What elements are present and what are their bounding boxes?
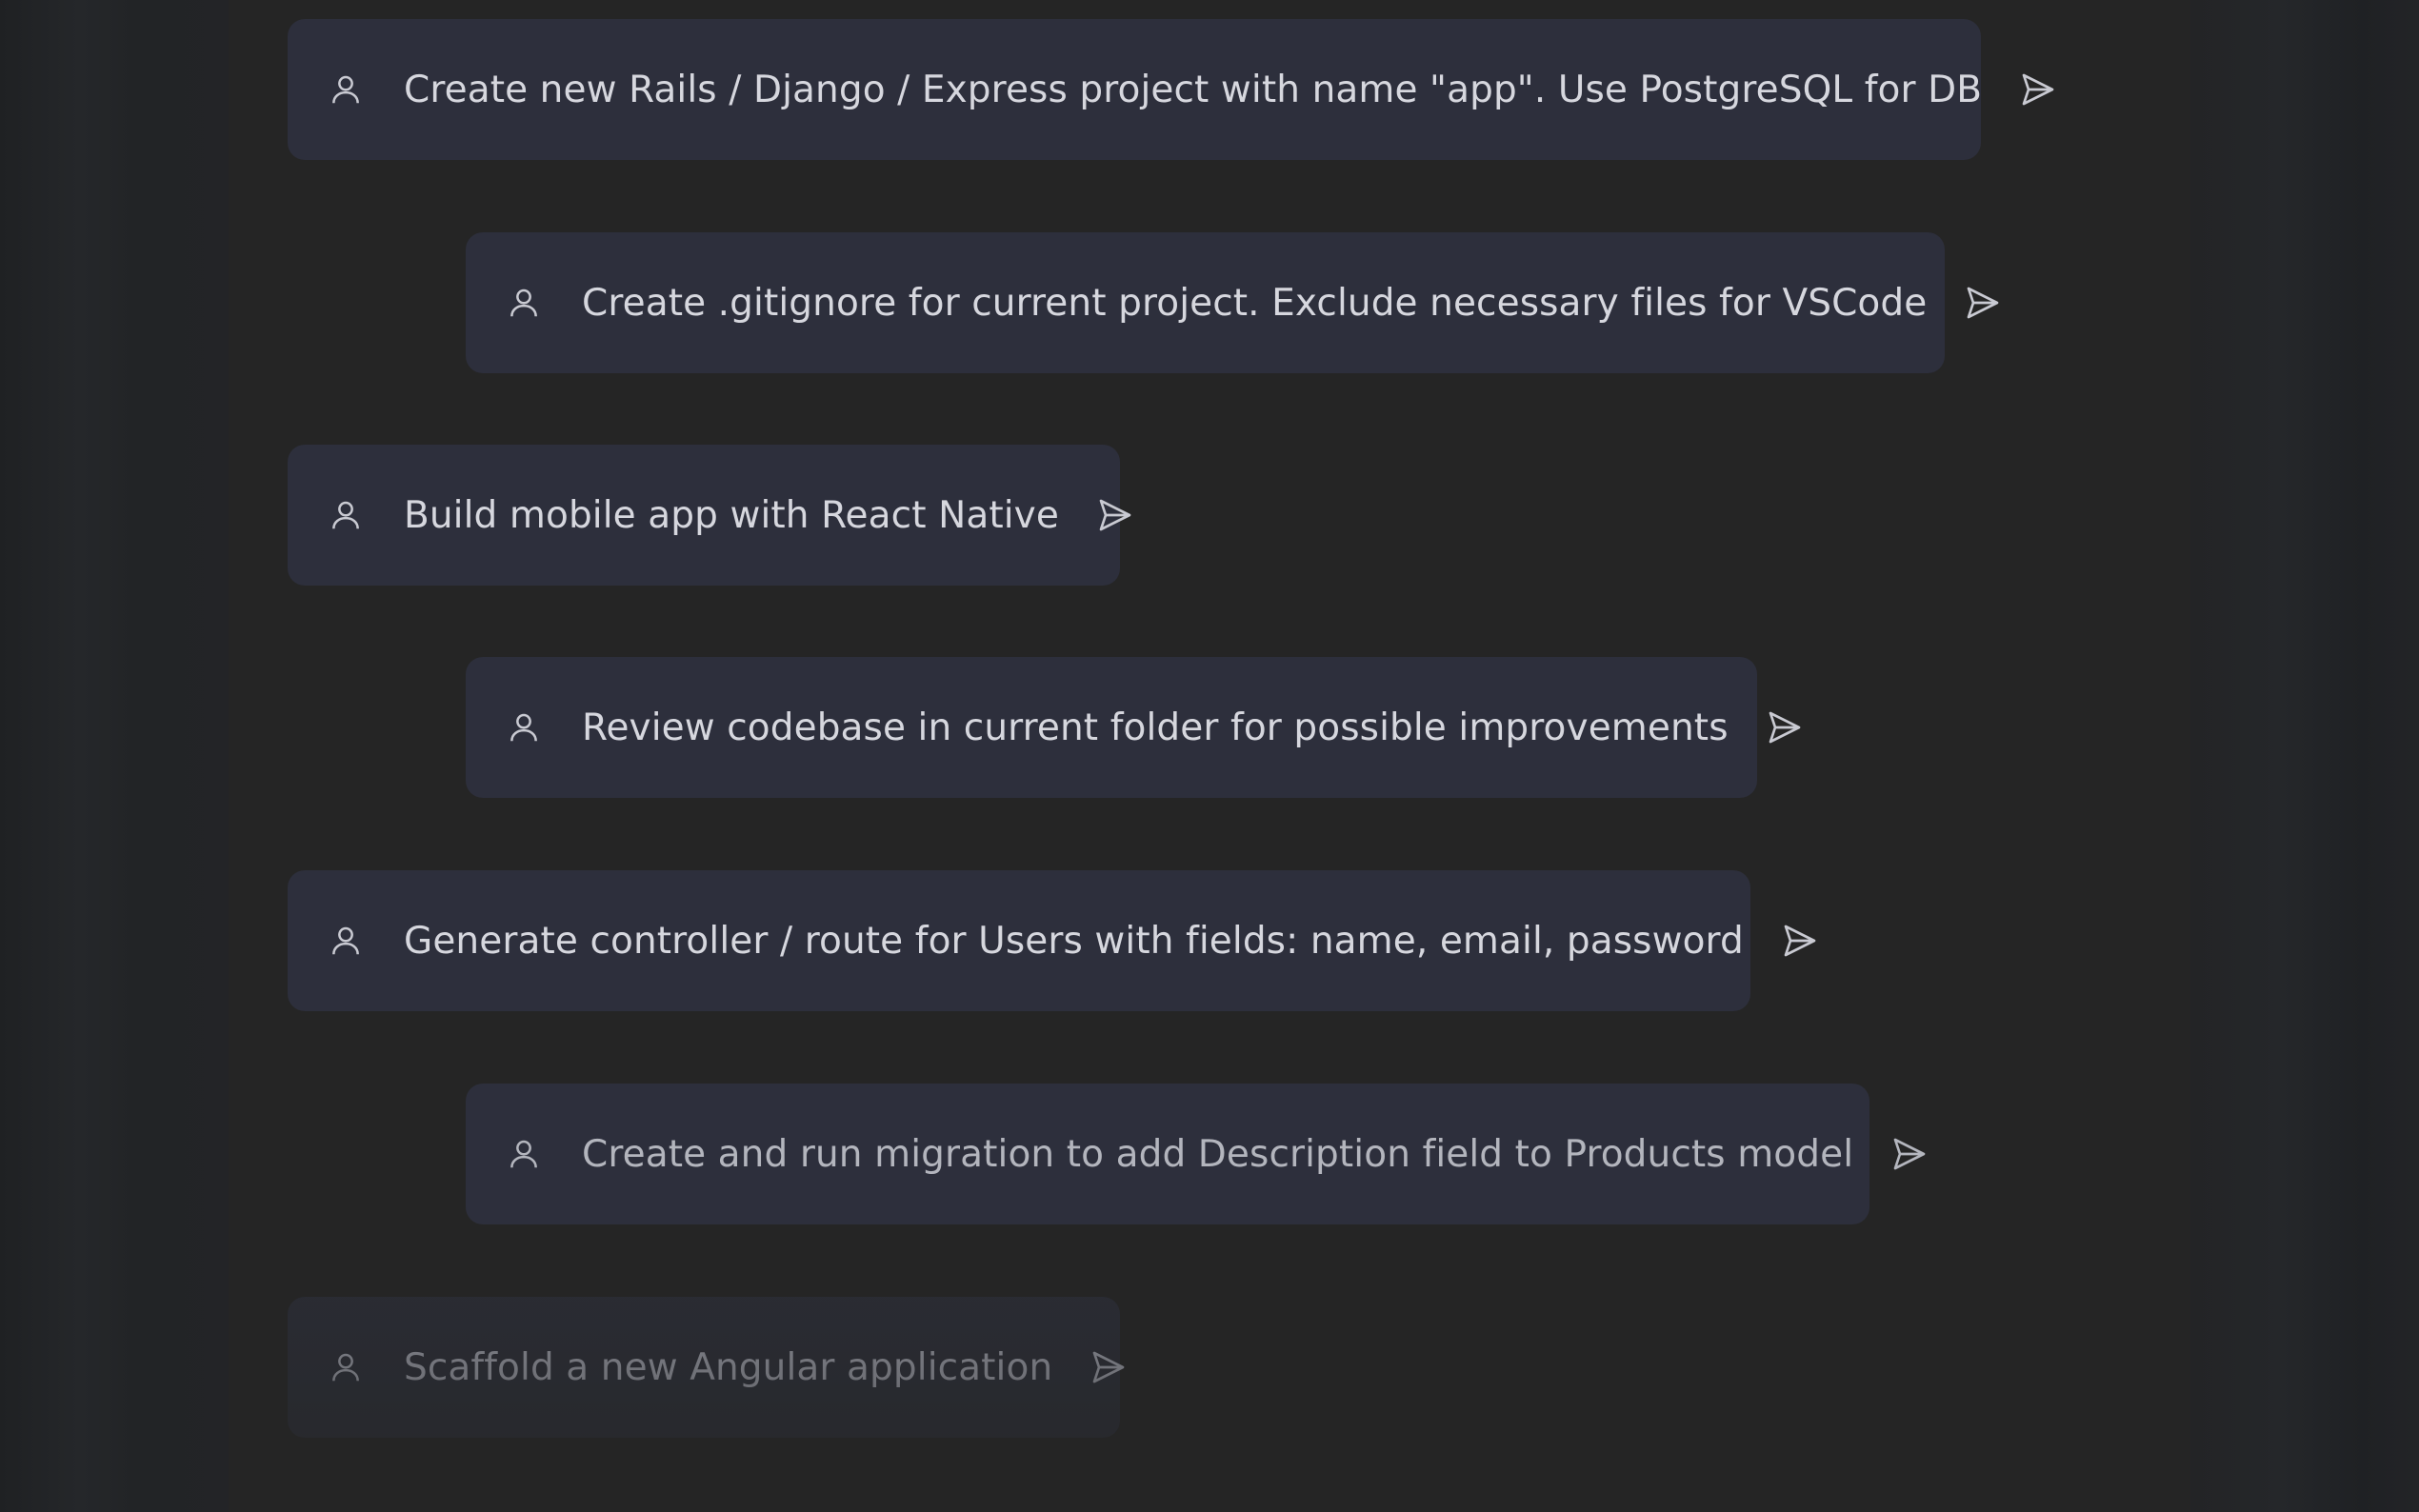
send-icon[interactable] bbox=[1087, 1345, 1130, 1389]
send-icon[interactable] bbox=[1093, 493, 1137, 537]
app-canvas: Create new Rails / Django / Express proj… bbox=[0, 0, 2419, 1512]
send-icon[interactable] bbox=[1888, 1132, 1931, 1176]
user-icon bbox=[504, 1134, 544, 1174]
prompt-label: Generate controller / route for Users wi… bbox=[404, 919, 1744, 963]
user-icon bbox=[326, 495, 366, 535]
right-backdrop bbox=[2190, 0, 2419, 1512]
prompt-suggestion-5[interactable]: Generate controller / route for Users wi… bbox=[288, 870, 1816, 1011]
user-icon bbox=[504, 707, 544, 747]
prompt-suggestion-6[interactable]: Create and run migration to add Descript… bbox=[466, 1084, 1926, 1224]
prompt-label: Scaffold a new Angular application bbox=[404, 1345, 1053, 1389]
prompt-label: Create and run migration to add Descript… bbox=[582, 1132, 1854, 1176]
user-icon bbox=[326, 921, 366, 961]
prompt-suggestion-1[interactable]: Create new Rails / Django / Express proj… bbox=[288, 19, 2054, 160]
prompt-label: Create new Rails / Django / Express proj… bbox=[404, 68, 1983, 111]
prompt-suggestion-3[interactable]: Build mobile app with React Native bbox=[288, 445, 1131, 586]
prompt-suggestion-4[interactable]: Review codebase in current folder for po… bbox=[466, 657, 1800, 798]
send-icon[interactable] bbox=[2016, 68, 2060, 111]
send-icon[interactable] bbox=[1961, 281, 2005, 325]
send-icon[interactable] bbox=[1778, 919, 1822, 963]
prompt-suggestion-2[interactable]: Create .gitignore for current project. E… bbox=[466, 232, 1999, 373]
prompt-label: Review codebase in current folder for po… bbox=[582, 706, 1729, 749]
send-icon[interactable] bbox=[1763, 706, 1807, 749]
user-icon bbox=[326, 70, 366, 109]
prompt-label: Build mobile app with React Native bbox=[404, 493, 1059, 537]
prompt-suggestion-7[interactable]: Scaffold a new Angular application bbox=[288, 1297, 1125, 1438]
prompt-label: Create .gitignore for current project. E… bbox=[582, 281, 1928, 325]
user-icon bbox=[504, 283, 544, 323]
user-icon bbox=[326, 1347, 366, 1387]
prompt-suggestions-list: Create new Rails / Django / Express proj… bbox=[229, 0, 2190, 1512]
left-backdrop bbox=[0, 0, 229, 1512]
